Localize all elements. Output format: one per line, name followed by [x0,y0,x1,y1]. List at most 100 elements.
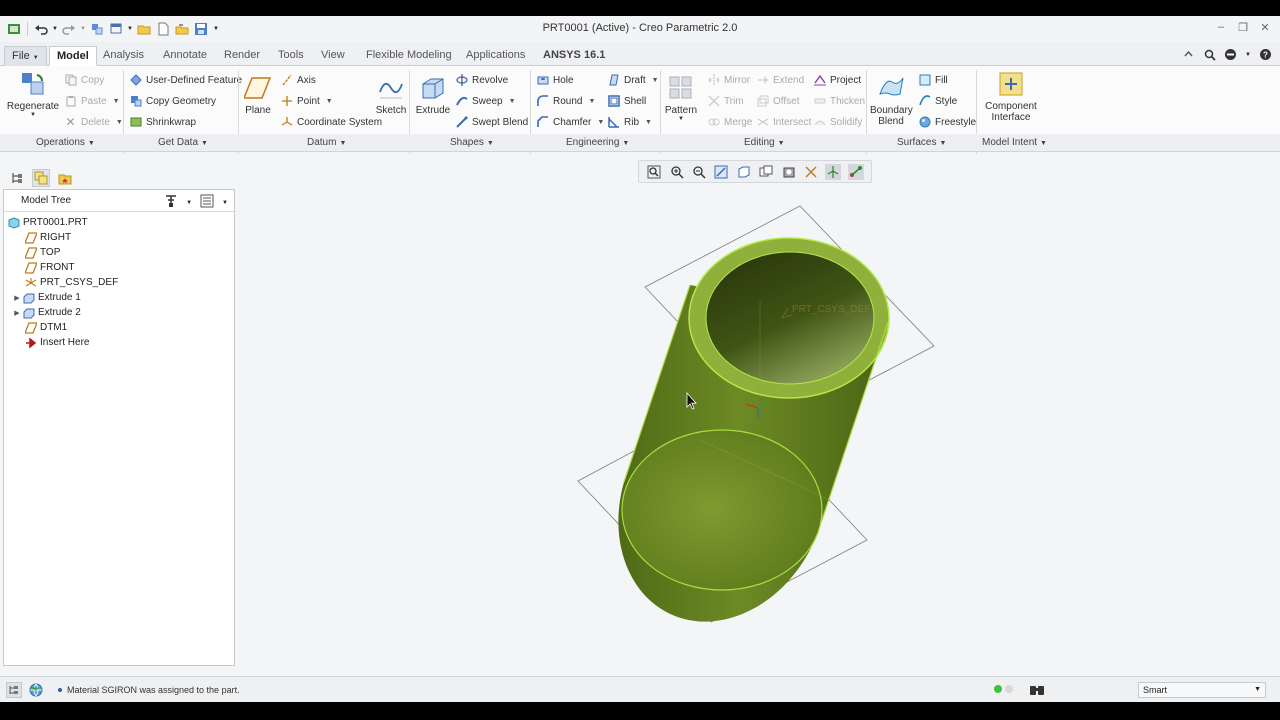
favorites-tab-icon[interactable] [56,169,74,187]
display-style-icon[interactable] [781,164,797,180]
solidify-button[interactable]: Solidify [813,115,862,129]
zoom-out-icon[interactable] [691,164,707,180]
user-defined-feature-button[interactable]: User-Defined Feature [129,73,242,87]
group-surfaces[interactable]: Surfaces ▼ [897,137,946,148]
selection-filter-dropdown[interactable]: Smart ▼ [1138,682,1266,698]
hole-button[interactable]: Hole [536,73,574,87]
model-viewport[interactable]: PRT_CSYS_DEF [240,184,1280,674]
group-editing[interactable]: Editing ▼ [744,137,785,148]
settings-icon[interactable] [164,194,178,211]
show-icon[interactable] [200,194,214,211]
show-dropdown-icon[interactable]: ▼ [222,200,228,206]
copy-button[interactable]: Copy [64,73,104,87]
search-icon[interactable] [1203,48,1216,61]
saved-views-icon[interactable] [758,164,774,180]
round-button[interactable]: Round ▼ [536,94,595,108]
shrinkwrap-button[interactable]: Shrinkwrap [129,115,196,129]
datum-display-icon[interactable] [803,164,819,180]
expand-icon[interactable]: ▶ [12,294,22,302]
freestyle-button[interactable]: Freestyle [918,115,976,129]
thicken-button[interactable]: Thicken [813,94,865,108]
tab-file[interactable]: File ▼ [4,46,47,66]
tree-item-csys[interactable]: PRT_CSYS_DEF [4,275,234,290]
zoom-in-icon[interactable] [669,164,685,180]
tab-analysis[interactable]: Analysis [96,46,151,66]
tab-model[interactable]: Model [49,46,97,66]
intersect-button[interactable]: Intersect [756,115,811,129]
merge-button[interactable]: Merge [707,115,752,129]
sketch-button[interactable]: Sketch [374,74,408,116]
tree-item-insert-here[interactable]: Insert Here [4,335,234,350]
minimize-icon[interactable]: – [1214,20,1228,34]
draft-button[interactable]: Draft ▼ [607,73,659,87]
folder-browser-tab-icon[interactable] [32,169,50,187]
chamfer-button[interactable]: Chamfer ▼ [536,115,604,129]
expand-icon[interactable]: ▶ [12,309,22,317]
show-navigator-icon[interactable] [6,682,22,698]
tab-render[interactable]: Render [217,46,267,66]
community-icon[interactable] [1224,48,1237,61]
tree-item-top[interactable]: TOP [4,245,234,260]
point-button[interactable]: Point ▼ [280,94,333,108]
show-browser-icon[interactable] [28,682,44,698]
tree-item-front[interactable]: FRONT [4,260,234,275]
reorient-icon[interactable] [736,164,752,180]
tab-ansys[interactable]: ANSYS 16.1 [536,46,612,66]
group-datum[interactable]: Datum ▼ [307,137,346,148]
help-icon[interactable]: ? [1259,48,1272,61]
tree-item-extrude-2[interactable]: ▶ Extrude 2 [4,305,234,320]
extrude-button[interactable]: Extrude [415,74,451,116]
minimize-ribbon-icon[interactable] [1182,48,1195,61]
plane-button[interactable]: Plane [242,74,273,116]
tab-tools[interactable]: Tools [271,46,311,66]
refit-icon[interactable] [646,164,662,180]
sweep-button[interactable]: Sweep ▼ [455,94,516,108]
shell-button[interactable]: Shell [607,94,646,108]
copy-geometry-button[interactable]: Copy Geometry [129,94,216,108]
model-tree-tab-icon[interactable] [8,169,26,187]
group-shapes[interactable]: Shapes ▼ [450,137,494,148]
tab-annotate[interactable]: Annotate [156,46,214,66]
paste-button[interactable]: Paste ▼ [64,94,120,108]
fill-button[interactable]: Fill [918,73,948,87]
regenerate-button[interactable]: Regenerate ▼ [6,70,60,118]
pattern-button[interactable]: Pattern ▼ [664,74,698,122]
group-get-data[interactable]: Get Data ▼ [158,137,208,148]
delete-button[interactable]: ✕ Delete ▼ [64,115,122,129]
trim-button[interactable]: Trim [707,94,744,108]
boundary-blend-button[interactable]: Boundary Blend [870,74,913,127]
component-interface-button[interactable]: Component Interface [982,70,1040,123]
repaint-icon[interactable] [713,164,729,180]
settings-dropdown-icon[interactable]: ▼ [186,200,192,206]
tab-applications[interactable]: Applications [459,46,532,66]
restore-icon[interactable]: ❐ [1236,20,1250,34]
coordinate-system-button[interactable]: Coordinate System [280,115,382,129]
swept-blend-button[interactable]: Swept Blend [455,115,528,129]
revolve-button[interactable]: Revolve [455,73,508,87]
tree-item-dtm1[interactable]: DTM1 [4,320,234,335]
close-icon[interactable]: ✕ [1258,20,1272,34]
project-button[interactable]: Project [813,73,861,87]
group-model-intent[interactable]: Model Intent ▼ [982,137,1047,148]
community-dropdown-icon[interactable]: ▼ [1245,48,1251,61]
mirror-button[interactable]: Mirror [707,73,750,87]
graphics-window[interactable]: PRT_CSYS_DEF [240,184,1280,674]
group-engineering[interactable]: Engineering ▼ [566,137,629,148]
rib-button[interactable]: Rib ▼ [607,115,652,129]
model-tree-panel: Model Tree ▼ ▼ PRT0001.PRT RIGHT TOP FRO… [3,189,235,666]
cylinder-inner-hole[interactable] [705,251,875,385]
annotation-display-icon[interactable] [847,163,864,180]
tree-item-part[interactable]: PRT0001.PRT [4,215,234,230]
tab-flexible-modeling[interactable]: Flexible Modeling [359,46,459,66]
cylinder-bottom-face[interactable] [621,429,823,591]
tree-item-extrude-1[interactable]: ▶ Extrude 1 [4,290,234,305]
tree-item-right[interactable]: RIGHT [4,230,234,245]
tab-view[interactable]: View [314,46,352,66]
offset-button[interactable]: Offset [756,94,800,108]
extend-button[interactable]: Extend [756,73,804,87]
group-operations[interactable]: Operations ▼ [36,137,95,148]
axis-button[interactable]: Axis [280,73,316,87]
spin-center-icon[interactable] [825,163,842,180]
style-button[interactable]: Style [918,94,957,108]
find-icon[interactable] [1028,682,1046,698]
